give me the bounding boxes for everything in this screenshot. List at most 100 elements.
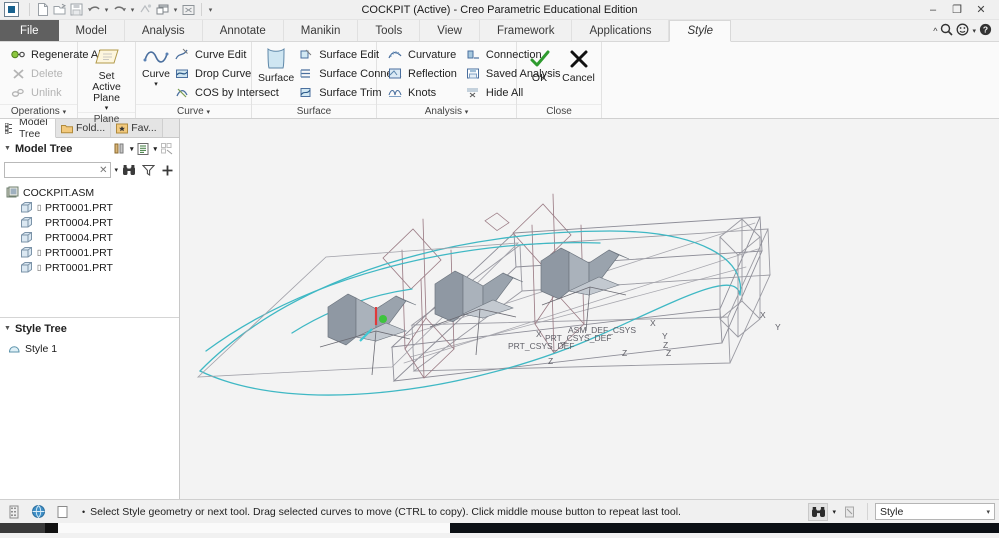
close-button[interactable]: ✕: [969, 3, 993, 16]
find-binoculars-icon[interactable]: [121, 162, 137, 178]
search-history-caret-icon[interactable]: ▾: [114, 166, 118, 174]
tab-tools[interactable]: Tools: [358, 20, 421, 41]
surface-connect-icon: [298, 66, 314, 82]
ribbon: Regenerate All Delete Unlink Operations …: [0, 42, 999, 125]
redo-icon[interactable]: [111, 1, 128, 18]
selection-filter-icon[interactable]: [840, 503, 860, 521]
open-file-icon[interactable]: [51, 1, 68, 18]
cancel-button[interactable]: Cancel: [562, 45, 595, 84]
nav-tab-model-tree[interactable]: Model Tree: [0, 119, 56, 138]
style-tree-collapse-icon[interactable]: ▼: [4, 325, 11, 332]
cancel-label: Cancel: [562, 72, 595, 84]
status-grid-icon[interactable]: [4, 503, 24, 521]
tree-filters-icon[interactable]: [112, 141, 128, 157]
knots-button[interactable]: Knots: [383, 83, 461, 102]
tab-framework[interactable]: Framework: [480, 20, 573, 41]
window-controls: – ❐ ✕: [921, 3, 999, 17]
surface-button[interactable]: Surface: [258, 45, 294, 84]
new-file-icon[interactable]: [34, 1, 51, 18]
taskbar-active-window[interactable]: [58, 523, 450, 533]
tab-file[interactable]: File: [0, 20, 59, 41]
add-item-icon[interactable]: [159, 162, 175, 178]
reflection-label: Reflection: [408, 67, 457, 80]
tree-columns-caret-icon[interactable]: ▾: [153, 145, 157, 153]
tree-item-part[interactable]: PRT0004.PRT: [4, 215, 179, 230]
reflection-button[interactable]: Reflection: [383, 64, 461, 83]
window-caret-icon[interactable]: ▾: [171, 6, 180, 14]
mode-select[interactable]: Style ▾: [875, 503, 995, 520]
group-title-plane-label: Plane: [93, 114, 120, 125]
knots-label: Knots: [408, 86, 437, 99]
web-browser-icon[interactable]: [28, 503, 48, 521]
set-active-plane-button[interactable]: Set Active Plane ▾: [84, 45, 129, 112]
search-icon[interactable]: [940, 23, 954, 39]
redo-caret-icon[interactable]: ▾: [128, 6, 137, 14]
model-tree-body[interactable]: COCKPIT.ASM ▯ PRT0001.PRT PRT0004.PRT PR…: [0, 181, 179, 317]
creo-app-icon[interactable]: [4, 2, 19, 17]
qat-overflow-icon[interactable]: ▾: [206, 6, 215, 14]
account-icon[interactable]: [956, 23, 969, 39]
ok-button[interactable]: OK: [523, 45, 556, 84]
surface-icon: [263, 47, 289, 71]
taskbar-start[interactable]: [0, 523, 45, 533]
curve-caret-icon[interactable]: ▾: [154, 80, 158, 88]
tree-columns-icon[interactable]: [135, 141, 151, 157]
tab-style[interactable]: Style: [669, 20, 732, 42]
clear-search-icon[interactable]: ✕: [99, 165, 107, 176]
restore-button[interactable]: ❐: [945, 3, 969, 16]
set-active-plane-caret-icon[interactable]: ▾: [105, 104, 109, 112]
notes-panel-icon[interactable]: [52, 503, 72, 521]
surface-label: Surface: [258, 72, 295, 84]
tab-annotate[interactable]: Annotate: [203, 20, 284, 41]
search-tool-caret-icon[interactable]: ▾: [832, 508, 836, 516]
minimize-button[interactable]: –: [921, 4, 945, 16]
ribbon-group-close: OK Cancel Close: [517, 42, 602, 118]
curve-edit-icon: [174, 47, 190, 63]
save-icon[interactable]: [68, 1, 85, 18]
tree-item-marker: ▯: [37, 248, 42, 257]
status-bullet: •: [82, 506, 86, 517]
style-tree-item[interactable]: Style 1: [4, 341, 179, 356]
assembly-icon: [6, 186, 19, 199]
account-caret-icon[interactable]: ▾: [972, 27, 976, 35]
tree-settings-icon[interactable]: [159, 141, 175, 157]
3d-viewport[interactable]: [180, 119, 999, 499]
title-bar: ▾ ▾ ▾ ▾ COCKPIT (Active) - Creo Parametr…: [0, 0, 999, 20]
tab-view[interactable]: View: [420, 20, 480, 41]
part-icon: [20, 201, 33, 214]
tab-manikin[interactable]: Manikin: [284, 20, 359, 41]
taskbar-gap: [45, 523, 58, 533]
close-window-icon[interactable]: [180, 1, 197, 18]
tree-filters-caret-icon[interactable]: ▾: [130, 145, 134, 153]
graphics-area[interactable]: x//y: [180, 119, 999, 499]
search-input[interactable]: ✕: [4, 162, 112, 178]
collapse-ribbon-icon[interactable]: ^: [933, 26, 937, 36]
tab-model[interactable]: Model: [59, 20, 125, 41]
curve-button[interactable]: Curve ▾: [142, 45, 170, 88]
tree-item-assembly[interactable]: COCKPIT.ASM: [4, 185, 179, 200]
divider: [29, 3, 30, 16]
style-tree-body[interactable]: Style 1: [0, 339, 179, 499]
regenerate-icon[interactable]: [137, 1, 154, 18]
search-tool-icon[interactable]: [808, 502, 829, 521]
model-tree-collapse-icon[interactable]: ▼: [4, 145, 11, 152]
help-icon[interactable]: ?: [979, 23, 992, 39]
undo-caret-icon[interactable]: ▾: [102, 6, 111, 14]
group-title-analysis[interactable]: Analysis ▾: [377, 104, 516, 118]
group-title-operations[interactable]: Operations ▾: [0, 104, 77, 118]
window-icon[interactable]: [154, 1, 171, 18]
curvature-button[interactable]: Curvature: [383, 45, 461, 64]
surface-trim-label: Surface Trim: [319, 86, 382, 99]
undo-icon[interactable]: [85, 1, 102, 18]
tree-item-part[interactable]: ▯ PRT0001.PRT: [4, 245, 179, 260]
chevron-down-icon: ▾: [986, 508, 990, 516]
model-tree-icon: [5, 122, 16, 134]
group-title-curve[interactable]: Curve ▾: [136, 104, 251, 118]
tab-applications[interactable]: Applications: [572, 20, 670, 41]
tab-analysis[interactable]: Analysis: [125, 20, 203, 41]
svg-text:?: ?: [983, 24, 988, 34]
tree-item-part[interactable]: PRT0004.PRT: [4, 230, 179, 245]
filter-funnel-icon[interactable]: [140, 162, 156, 178]
tree-item-part[interactable]: ▯ PRT0001.PRT: [4, 260, 179, 275]
tree-item-part[interactable]: ▯ PRT0001.PRT: [4, 200, 179, 215]
